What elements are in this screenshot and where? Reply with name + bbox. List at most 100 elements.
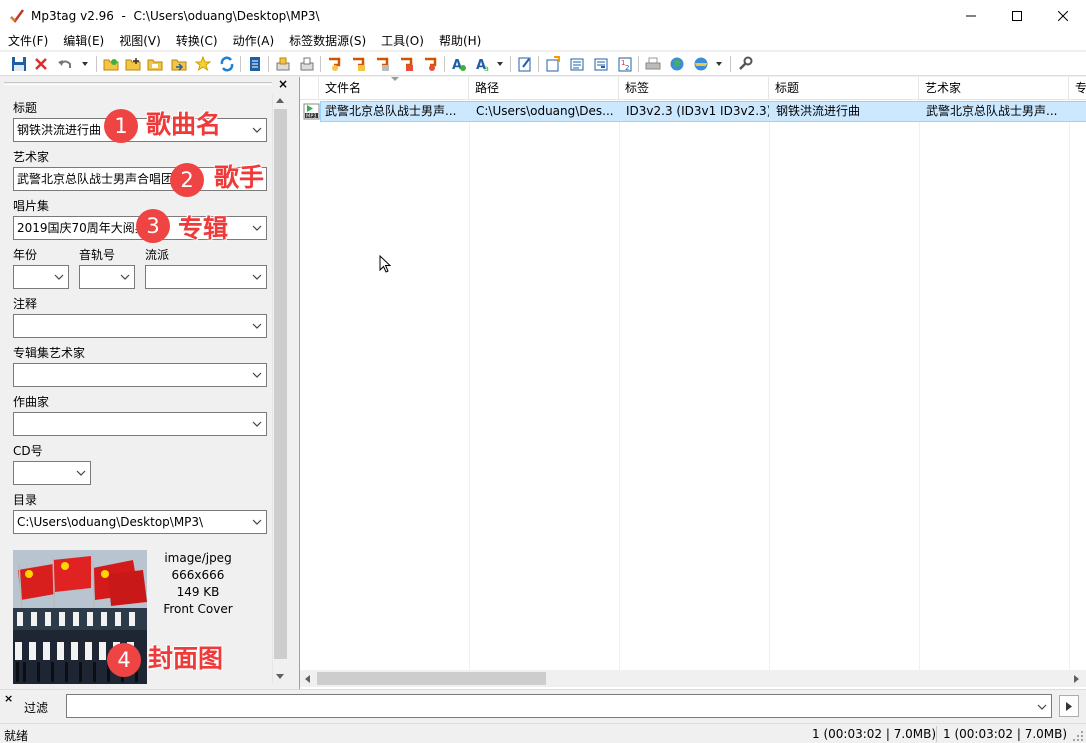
paste-tag-button[interactable] — [298, 55, 316, 73]
comment-field[interactable] — [13, 314, 267, 338]
filename-tag-button[interactable] — [350, 55, 368, 73]
tag-filename-button[interactable] — [326, 55, 344, 73]
menu-actions[interactable]: 动作(A) — [225, 31, 282, 51]
extended-tags-button[interactable] — [246, 55, 264, 73]
import-button[interactable] — [544, 55, 562, 73]
refresh-button[interactable] — [218, 55, 236, 73]
web-button[interactable] — [668, 55, 686, 73]
menu-edit[interactable]: 编辑(E) — [55, 31, 111, 51]
panel-grip[interactable] — [4, 82, 272, 85]
year-field[interactable] — [13, 265, 69, 289]
web-sources-button[interactable] — [692, 55, 710, 73]
annotation-text-4: 封面图 — [148, 644, 224, 673]
tag-source-button[interactable] — [568, 55, 586, 73]
list-horizontal-scrollbar[interactable] — [300, 670, 1086, 687]
disc-field[interactable] — [13, 461, 91, 485]
mouse-cursor-icon — [379, 255, 392, 273]
table-row[interactable]: MP3 武警北京总队战士男声... C:\Users\oduang\Des...… — [300, 101, 1086, 122]
tag-source-icon — [570, 58, 584, 71]
undo-button[interactable] — [56, 55, 74, 73]
scroll-up-icon[interactable] — [276, 98, 284, 103]
save-icon — [12, 57, 26, 71]
chevron-down-icon[interactable] — [54, 273, 64, 281]
actions-quick-button[interactable]: Aa — [474, 55, 492, 73]
composer-field[interactable] — [13, 412, 267, 436]
chevron-down-icon[interactable] — [252, 224, 262, 232]
actions-button[interactable]: A — [450, 55, 468, 73]
settings-button[interactable] — [736, 55, 754, 73]
actions-quick-icon: Aa — [476, 58, 489, 72]
actions-dropdown-icon[interactable] — [497, 62, 503, 66]
panel-scroll-thumb[interactable] — [274, 109, 287, 659]
text-tag-button[interactable] — [374, 55, 392, 73]
panel-close-icon[interactable]: × — [278, 77, 288, 91]
scroll-left-icon[interactable] — [305, 675, 310, 683]
window-title: Mp3tag v2.96 - C:\Users\oduang\Desktop\M… — [31, 8, 320, 23]
add-dir-icon — [125, 58, 141, 71]
change-dir-button[interactable] — [102, 55, 120, 73]
filter-input[interactable] — [66, 694, 1052, 718]
chevron-down-icon[interactable] — [252, 322, 262, 330]
copy-tag-button[interactable] — [274, 55, 292, 73]
scroll-right-icon[interactable] — [1074, 675, 1079, 683]
save-button[interactable] — [10, 55, 28, 73]
filter-close-icon[interactable]: × — [4, 692, 13, 705]
chevron-down-icon[interactable] — [76, 469, 86, 477]
genre-field[interactable] — [145, 265, 267, 289]
list-scroll-thumb[interactable] — [317, 672, 546, 685]
maximize-button[interactable] — [994, 0, 1040, 31]
artist-label: 艺术家 — [13, 150, 50, 164]
column-divider — [769, 100, 770, 670]
column-header-icon[interactable] — [300, 77, 319, 100]
toolbar-separator — [268, 56, 269, 72]
title-bar: Mp3tag v2.96 - C:\Users\oduang\Desktop\M… — [0, 0, 1086, 31]
chevron-down-icon[interactable] — [1037, 703, 1047, 711]
mp3-file-icon: MP3 — [303, 103, 320, 120]
scroll-down-icon[interactable] — [276, 674, 284, 679]
tag-tag-button[interactable] — [398, 55, 416, 73]
menu-help[interactable]: 帮助(H) — [431, 31, 488, 51]
column-header-album[interactable]: 专 — [1069, 77, 1086, 100]
menu-view[interactable]: 视图(V) — [111, 31, 168, 51]
autonumber-button[interactable]: 12 — [616, 55, 634, 73]
filter-apply-button[interactable] — [1059, 695, 1079, 717]
track-field[interactable] — [79, 265, 135, 289]
chevron-down-icon[interactable] — [252, 126, 262, 134]
edit-button[interactable] — [516, 55, 534, 73]
menu-convert[interactable]: 转换(C) — [168, 31, 225, 51]
panel-scrollbar[interactable] — [272, 94, 287, 684]
chevron-down-icon[interactable] — [252, 371, 262, 379]
column-header-tag[interactable]: 标签 — [619, 77, 769, 100]
favorites-button[interactable] — [194, 55, 212, 73]
column-header-artist[interactable]: 艺术家 — [919, 77, 1069, 100]
add-dir-button[interactable] — [124, 55, 142, 73]
filename-filename-button[interactable] — [422, 55, 440, 73]
year-label: 年份 — [13, 248, 38, 262]
menu-file[interactable]: 文件(F) — [0, 31, 55, 51]
column-header-title[interactable]: 标题 — [769, 77, 919, 100]
column-header-path[interactable]: 路径 — [469, 77, 619, 100]
resize-grip-icon[interactable] — [1072, 730, 1084, 742]
remove-tag-button[interactable] — [32, 55, 50, 73]
album-artist-field[interactable] — [13, 363, 267, 387]
web-icon — [670, 57, 684, 71]
directory-field[interactable]: C:\Users\oduang\Desktop\MP3\ — [13, 510, 267, 534]
favorites-icon — [195, 56, 211, 72]
export-button[interactable] — [170, 55, 188, 73]
title-field[interactable]: 钢铁洪流进行曲 — [13, 118, 267, 142]
save-playlist-button[interactable] — [146, 55, 164, 73]
annotation-badge-1: 1 — [104, 109, 138, 143]
chevron-down-icon[interactable] — [252, 420, 262, 428]
menu-tools[interactable]: 工具(O) — [373, 31, 431, 51]
chevron-down-icon[interactable] — [120, 273, 130, 281]
chevron-down-icon[interactable] — [252, 273, 262, 281]
menu-tag-sources[interactable]: 标签数据源(S) — [281, 31, 373, 51]
web-dropdown-icon[interactable] — [716, 62, 722, 66]
undo-dropdown-icon[interactable] — [82, 62, 88, 66]
close-button[interactable] — [1040, 0, 1086, 31]
album-artist-label: 专辑集艺术家 — [13, 346, 86, 360]
chevron-down-icon[interactable] — [252, 518, 262, 526]
minimize-button[interactable] — [948, 0, 994, 31]
tag-source-2-button[interactable] — [592, 55, 610, 73]
print-button[interactable] — [644, 55, 662, 73]
